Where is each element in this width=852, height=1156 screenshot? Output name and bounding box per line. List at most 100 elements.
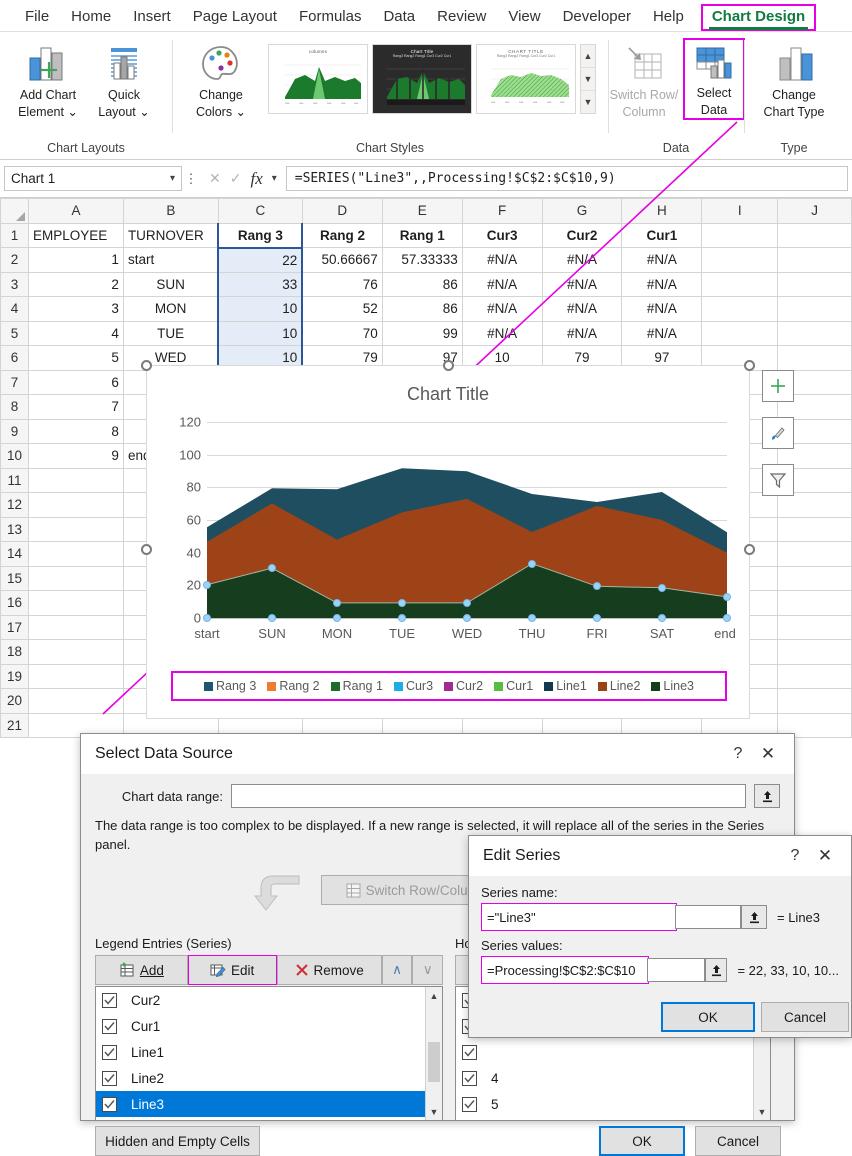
cell-a18[interactable] (28, 640, 123, 665)
legend-item-rang3[interactable]: Rang 3 (204, 679, 256, 693)
cell-a10[interactable]: 9 (28, 444, 123, 469)
cell-j2[interactable] (778, 248, 852, 273)
legend-item-rang2[interactable]: Rang 2 (267, 679, 319, 693)
close-icon[interactable]: ✕ (752, 744, 784, 764)
quick-layout-button[interactable]: Quick Layout ⌄ (87, 38, 161, 120)
close-icon[interactable]: ✕ (809, 846, 841, 866)
cell-i4[interactable] (702, 297, 778, 322)
chart-resize-handle-top-left[interactable] (141, 360, 152, 371)
legend-item-line3[interactable]: Line3 (651, 679, 694, 693)
chart-title[interactable]: Chart Title (147, 384, 749, 405)
cell-j16[interactable] (778, 591, 852, 616)
column-header-d[interactable]: D (302, 199, 382, 224)
cell-g5[interactable]: #N/A (542, 321, 622, 346)
series-name-input[interactable]: ="Line3" (481, 903, 677, 931)
row-header-2[interactable]: 2 (1, 248, 29, 273)
cell-g2[interactable]: #N/A (542, 248, 622, 273)
help-icon[interactable]: ? (781, 847, 809, 865)
baseline-marker[interactable] (593, 614, 601, 622)
row-header-18[interactable]: 18 (1, 640, 29, 665)
chart-styles-button[interactable] (762, 417, 794, 449)
cell-j1[interactable] (778, 223, 852, 248)
insert-function-icon[interactable]: fx (250, 169, 262, 189)
row-header-15[interactable]: 15 (1, 566, 29, 591)
baseline-marker[interactable] (658, 614, 666, 622)
chart-resize-handle-top-right[interactable] (744, 360, 755, 371)
data-point-marker[interactable] (528, 560, 536, 568)
row-header-19[interactable]: 19 (1, 664, 29, 689)
chart-style-thumb-1[interactable]: columns aaaaaaaaa aaaaaaaaa (268, 44, 368, 114)
cell-g4[interactable]: #N/A (542, 297, 622, 322)
row-header-9[interactable]: 9 (1, 419, 29, 444)
data-point-marker[interactable] (463, 599, 471, 607)
edit-series-button[interactable]: Edit (188, 955, 277, 985)
cell-j18[interactable] (778, 640, 852, 665)
column-header-j[interactable]: J (778, 199, 852, 224)
legend-item-cur2[interactable]: Cur2 (444, 679, 483, 693)
cell-b2[interactable]: start (123, 248, 218, 273)
cell-d1[interactable]: Rang 2 (302, 223, 382, 248)
legend-item-rang1[interactable]: Rang 1 (331, 679, 383, 693)
checkbox-icon[interactable] (462, 1071, 477, 1086)
cell-h1[interactable]: Cur1 (622, 223, 702, 248)
data-point-marker[interactable] (203, 581, 211, 589)
cell-h5[interactable]: #N/A (622, 321, 702, 346)
cell-a7[interactable]: 6 (28, 370, 123, 395)
name-box[interactable]: Chart 1 ▾ (4, 166, 182, 191)
series-values-input[interactable]: =Processing!$C$2:$C$10 (481, 956, 649, 984)
chart-resize-handle-middle-left[interactable] (141, 544, 152, 555)
cell-b4[interactable]: MON (123, 297, 218, 322)
cell-d4[interactable]: 52 (302, 297, 382, 322)
checkbox-icon[interactable] (102, 1071, 117, 1086)
ribbon-tab-help[interactable]: Help (642, 5, 695, 31)
ribbon-tab-home[interactable]: Home (60, 5, 122, 31)
checkbox-icon[interactable] (462, 1097, 477, 1112)
list-item[interactable]: Cur2 (96, 987, 442, 1013)
chart-resize-handle-top-center[interactable] (443, 360, 454, 371)
change-colors-button[interactable]: Change Colors ⌄ (184, 38, 258, 120)
cell-c5[interactable]: 10 (218, 321, 302, 346)
chevron-down-icon-fx[interactable]: ▾ (272, 173, 277, 184)
select-data-button[interactable]: Select Data (683, 38, 745, 120)
row-header-13[interactable]: 13 (1, 517, 29, 542)
cell-h2[interactable]: #N/A (622, 248, 702, 273)
column-header-g[interactable]: G (542, 199, 622, 224)
cell-a20[interactable] (28, 689, 123, 714)
gallery-more[interactable]: ▼ (581, 91, 595, 113)
cell-a9[interactable]: 8 (28, 419, 123, 444)
add-series-button[interactable]: Add (95, 955, 188, 985)
cell-j13[interactable] (778, 517, 852, 542)
edit-series-dialog[interactable]: Edit Series ? ✕ Series name: ="Line3" = … (468, 835, 852, 1038)
cell-c4[interactable]: 10 (218, 297, 302, 322)
legend-item-cur1[interactable]: Cur1 (494, 679, 533, 693)
cell-a6[interactable]: 5 (28, 346, 123, 371)
cell-h4[interactable]: #N/A (622, 297, 702, 322)
row-header-17[interactable]: 17 (1, 615, 29, 640)
column-header-a[interactable]: A (28, 199, 123, 224)
legend-item-line1[interactable]: Line1 (544, 679, 587, 693)
data-point-marker[interactable] (593, 582, 601, 590)
cell-e1[interactable]: Rang 1 (382, 223, 462, 248)
cell-a14[interactable] (28, 542, 123, 567)
legend-item-cur3[interactable]: Cur3 (394, 679, 433, 693)
checkbox-icon[interactable] (102, 993, 117, 1008)
change-chart-type-button[interactable]: Change Chart Type (752, 38, 836, 120)
cell-j4[interactable] (778, 297, 852, 322)
edit-series-cancel-button[interactable]: Cancel (761, 1002, 849, 1032)
scrollbar-thumb[interactable] (428, 1042, 440, 1082)
chart-styles-gallery[interactable]: columns aaaaaaaaa aaaaaaaaa (268, 44, 596, 114)
ribbon-tab-page-layout[interactable]: Page Layout (182, 5, 288, 31)
cell-i5[interactable] (702, 321, 778, 346)
data-point-marker[interactable] (723, 593, 731, 601)
cell-f3[interactable]: #N/A (462, 272, 542, 297)
row-header-12[interactable]: 12 (1, 493, 29, 518)
data-point-marker[interactable] (398, 599, 406, 607)
baseline-marker[interactable] (723, 614, 731, 622)
cell-f2[interactable]: #N/A (462, 248, 542, 273)
select-all-corner[interactable] (1, 199, 29, 224)
ribbon-tab-chart-design[interactable]: Chart Design (701, 4, 816, 31)
cell-a2[interactable]: 1 (28, 248, 123, 273)
cell-j20[interactable] (778, 689, 852, 714)
row-header-16[interactable]: 16 (1, 591, 29, 616)
cell-a13[interactable] (28, 517, 123, 542)
